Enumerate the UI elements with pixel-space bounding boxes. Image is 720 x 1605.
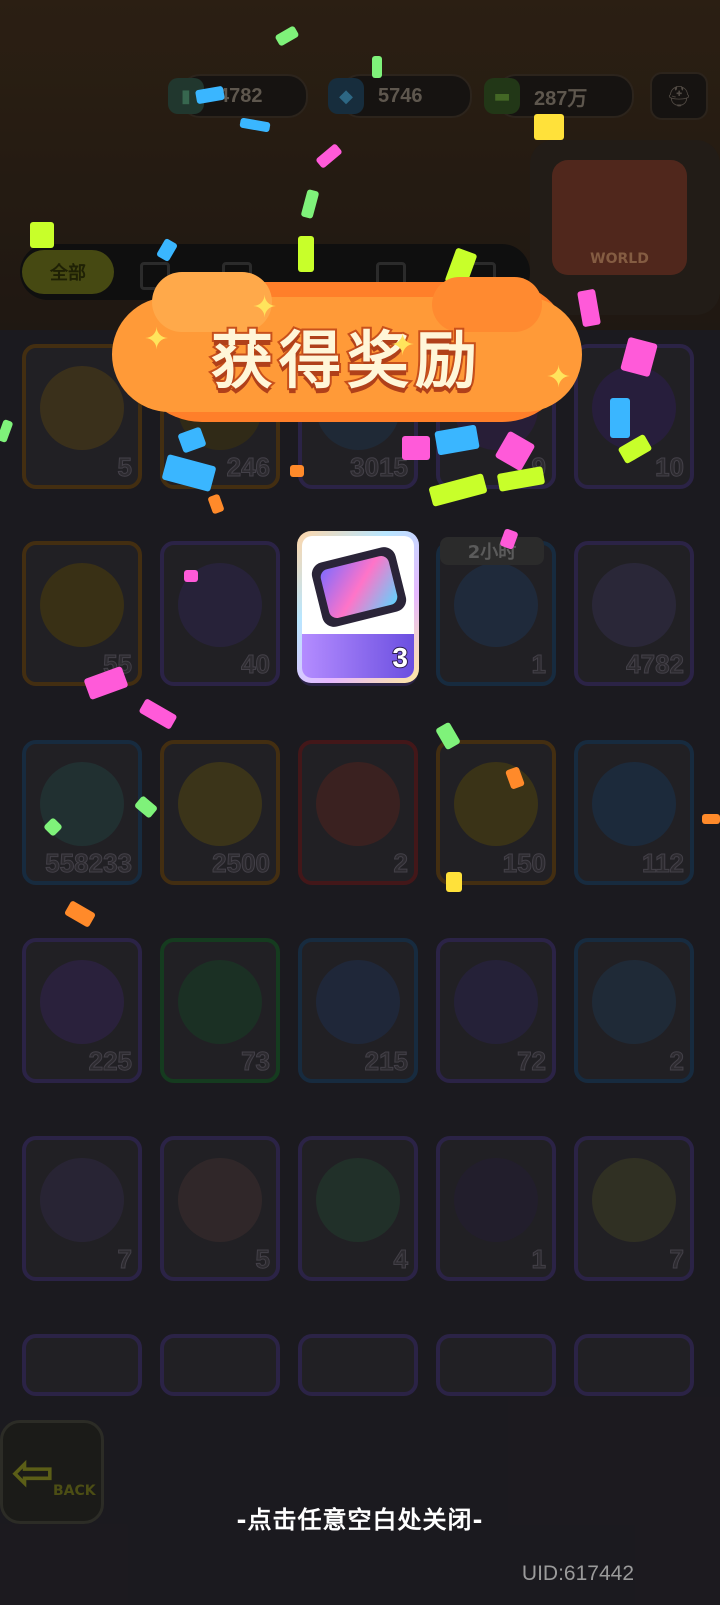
confetti-piece [184,570,198,582]
confetti-piece [30,222,54,248]
confetti-piece [446,872,462,892]
reward-item-inner: 3 [302,536,414,678]
reward-banner: 获得奖励 ✦ ✦ ✦ ✦ [112,272,582,437]
back-label: BACK [53,1483,96,1499]
confetti-piece [702,814,720,824]
game-ticket-icon [309,544,409,630]
ticket-screen [318,554,400,620]
confetti-piece [298,236,314,272]
back-arrow-icon: ⇦ [11,1443,55,1503]
reward-item-card[interactable]: 3 [297,531,419,683]
star-icon: ✦ [390,328,416,363]
modal-overlay[interactable] [0,0,720,1605]
uid-label: UID:617442 [521,1562,634,1585]
close-hint: -点击任意空白处关闭- [236,1506,484,1534]
star-icon: ✦ [252,290,278,325]
confetti-piece [610,398,630,438]
reward-count: 3 [391,641,409,674]
star-icon: ✦ [546,360,572,395]
star-icon: ✦ [144,322,170,357]
inventory-screen: ▮ 4782 ◆ 5746 ▬ 287万 ⛑ WORLD 全部 5 246 3015… [0,0,720,1605]
confetti-piece [372,56,382,78]
confetti-piece [534,114,564,140]
reward-title: 获得奖励 [209,322,483,399]
confetti-piece [402,436,430,460]
confetti-piece [290,465,304,477]
